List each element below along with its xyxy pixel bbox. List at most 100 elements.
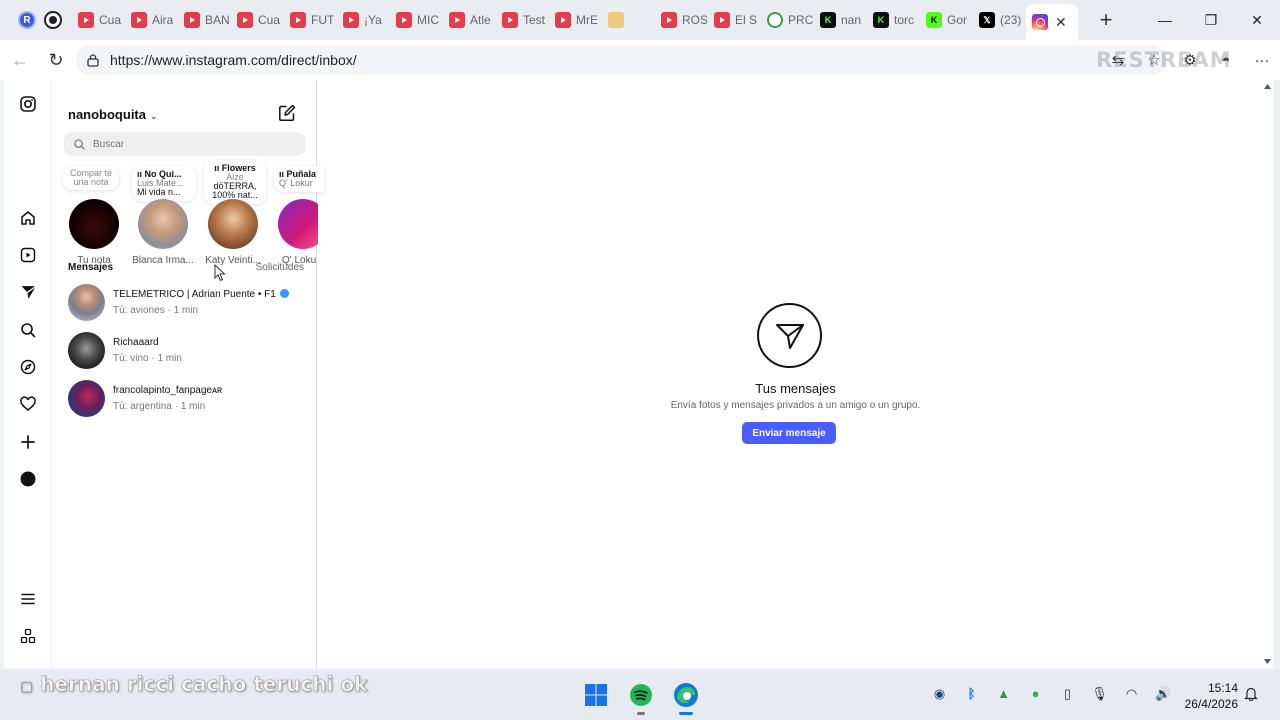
- note-bubble[interactable]: ıı No Qui... Luis Mate... Mi vida n...: [132, 166, 196, 201]
- browser-tab[interactable]: Aira: [125, 5, 178, 35]
- menu-hamburger-icon[interactable]: [18, 589, 38, 609]
- create-icon[interactable]: [18, 432, 38, 452]
- note-line: dōTERRA, 100% nat...: [212, 181, 258, 200]
- reload-button[interactable]: ↻: [38, 42, 74, 78]
- browser-tab[interactable]: Cua: [231, 5, 284, 35]
- tab-label: FUT: [311, 13, 335, 27]
- notifications-heart-icon[interactable]: [18, 394, 38, 414]
- edge-browser-icon[interactable]: [673, 682, 699, 715]
- new-message-icon[interactable]: [278, 104, 296, 122]
- chevron-down-icon: ⌄: [150, 111, 158, 121]
- tab-label: nan: [841, 13, 862, 27]
- send-message-button[interactable]: Enviar mensaje: [742, 422, 836, 444]
- search-field[interactable]: [64, 132, 305, 156]
- browser-tab[interactable]: FUT: [284, 5, 337, 35]
- conversation-item[interactable]: TELEMETRICO | Adrian Puente • F1 Tú: avi…: [68, 282, 308, 322]
- usb-device-icon[interactable]: ▯: [1058, 684, 1077, 703]
- microphone-icon[interactable]: 🎙: [1090, 684, 1109, 703]
- tab-requests[interactable]: Solicitudes: [256, 262, 304, 273]
- bluetooth-icon[interactable]: ᛒ: [962, 684, 981, 703]
- browser-tab[interactable]: Ktorc: [867, 5, 920, 35]
- story-item[interactable]: Tu nota: [61, 199, 127, 266]
- explore-icon[interactable]: [18, 357, 38, 377]
- youtube-icon: [661, 12, 677, 28]
- browser-tab[interactable]: Knan: [814, 5, 867, 35]
- browser-tab[interactable]: MrE: [549, 5, 602, 35]
- browser-tab[interactable]: Test: [496, 5, 549, 35]
- account-switcher[interactable]: nanoboquita ⌄: [68, 107, 158, 122]
- restore-button[interactable]: ❐: [1188, 0, 1234, 40]
- tab-messages[interactable]: Mensajes: [68, 262, 113, 273]
- avatar: [68, 283, 105, 321]
- profile-avatar-icon[interactable]: [18, 469, 38, 489]
- story-item[interactable]: Q' Loku: [270, 199, 318, 266]
- search-icon[interactable]: [18, 320, 38, 340]
- reels-icon[interactable]: [18, 245, 38, 265]
- browser-tab[interactable]: [602, 5, 655, 35]
- tab-label: Cua: [99, 13, 122, 27]
- volume-icon[interactable]: 🔊: [1154, 684, 1173, 703]
- notification-bell-icon[interactable]: [1244, 686, 1258, 704]
- page-scrollbar[interactable]: [1261, 80, 1273, 668]
- window-controls: — ❐ ✕: [1142, 0, 1280, 40]
- instagram-icon: [1032, 14, 1048, 30]
- scroll-up-icon[interactable]: [1264, 84, 1271, 89]
- browser-tab[interactable]: BAN: [178, 5, 231, 35]
- mouse-cursor-icon: [214, 264, 226, 282]
- story-item[interactable]: Blanca Irma...: [130, 199, 196, 266]
- empty-state-subtitle: Envía fotos y mensajes privados a un ami…: [670, 400, 921, 411]
- note-bubble[interactable]: ıı Puñala Q' Lokur: [274, 166, 324, 192]
- new-tab-button[interactable]: +: [1092, 7, 1120, 33]
- browser-tab[interactable]: 𝕏 (23): [973, 5, 1026, 35]
- more-menu-icon[interactable]: ···: [1244, 52, 1280, 69]
- tab-label: torc: [894, 13, 915, 27]
- site-info-icon[interactable]: [86, 53, 100, 67]
- browser-tab[interactable]: Cua: [72, 5, 125, 35]
- tab-label: MIC: [417, 13, 439, 27]
- back-button[interactable]: ←: [2, 42, 38, 78]
- url-text: https://www.instagram.com/direct/inbox/: [110, 52, 357, 68]
- record-icon[interactable]: [44, 11, 62, 29]
- conversation-item[interactable]: Richaaard Tú: vino · 1 min: [68, 330, 308, 370]
- home-icon[interactable]: [18, 208, 38, 228]
- system-clock[interactable]: 15:14 26/4/2026: [1176, 680, 1238, 712]
- own-note-bubble[interactable]: Compar te una nota: [63, 166, 119, 190]
- avatar: [69, 199, 119, 249]
- close-window-button[interactable]: ✕: [1234, 0, 1280, 40]
- browser-tab[interactable]: Atle: [443, 5, 496, 35]
- search-input[interactable]: [93, 138, 293, 150]
- scroll-down-icon[interactable]: [1264, 659, 1271, 664]
- conversation-item[interactable]: francolapinto_fanpageᴀʀ Tú: argentina · …: [68, 378, 308, 418]
- tab-label: Cua: [258, 13, 281, 27]
- browser-tab[interactable]: ROS: [655, 5, 708, 35]
- url-field[interactable]: https://www.instagram.com/direct/inbox/: [76, 45, 1166, 75]
- wifi-icon[interactable]: ◠: [1122, 684, 1141, 703]
- conversation-name: francolapinto_fanpageᴀʀ: [113, 384, 223, 396]
- messages-icon[interactable]: [18, 282, 38, 302]
- browser-tab[interactable]: MIC: [390, 5, 443, 35]
- inbox-tabs: Mensajes Solicitudes: [68, 262, 304, 273]
- steam-icon[interactable]: ◉: [930, 684, 949, 703]
- close-tab-icon[interactable]: ✕: [1055, 14, 1067, 31]
- instagram-logo-icon[interactable]: [18, 94, 38, 114]
- browser-tab[interactable]: El S: [708, 5, 761, 35]
- drive-icon[interactable]: ▲: [994, 684, 1013, 703]
- youtube-icon: [131, 12, 147, 28]
- threads-apps-icon[interactable]: [18, 626, 38, 646]
- youtube-icon: [290, 12, 306, 28]
- browser-tab[interactable]: PRC: [761, 5, 814, 35]
- minimize-button[interactable]: —: [1142, 0, 1188, 40]
- spotify-icon[interactable]: [628, 682, 654, 715]
- note-line: Q' Lokur: [279, 178, 313, 188]
- windows-start-icon[interactable]: [583, 682, 609, 708]
- story-item[interactable]: Katy Veinti...: [200, 199, 266, 266]
- instagram-page: nanoboquita ⌄ Compar te una nota ıı No Qu…: [4, 80, 1273, 668]
- tab-instagram[interactable]: ✕: [1026, 4, 1078, 40]
- profile-icon[interactable]: R: [18, 11, 36, 29]
- x-icon: 𝕏: [979, 12, 995, 28]
- spotify-tray-icon[interactable]: ●: [1026, 684, 1045, 703]
- browser-tab[interactable]: ¡Ya: [337, 5, 390, 35]
- running-indicator: [679, 712, 693, 715]
- note-bubble[interactable]: ıı Flowers Aize dōTERRA, 100% nat...: [204, 160, 266, 204]
- browser-tab[interactable]: K Gor: [920, 5, 973, 35]
